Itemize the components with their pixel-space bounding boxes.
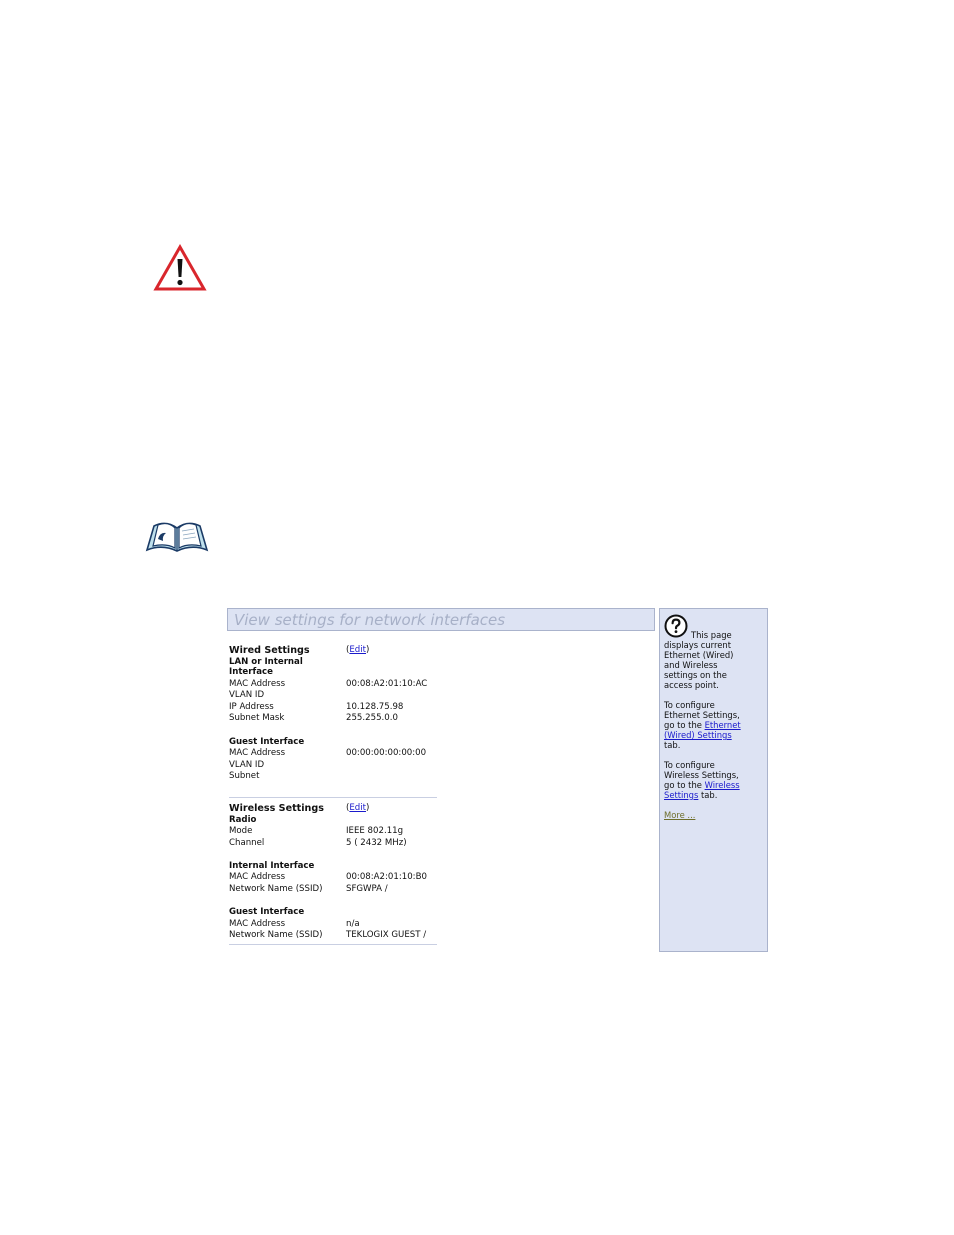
internal-mac-label: MAC Address xyxy=(229,872,286,882)
lan-interface-heading-line2: Interface xyxy=(229,667,273,677)
wired-guest-mac-value: 00:00:00:00:00:00 xyxy=(346,748,427,758)
note-book-icon xyxy=(145,522,209,552)
wireless-guest-ssid-label: Network Name (SSID) xyxy=(229,930,323,940)
help-panel: This page displays current Ethernet (Wir… xyxy=(659,608,768,952)
wired-guest-vlan-label: VLAN ID xyxy=(229,760,265,770)
mode-label: Mode xyxy=(229,826,253,836)
wireless-guest-mac-value: n/a xyxy=(346,919,360,929)
help-intro-line1: This page xyxy=(691,630,732,640)
help-eth-line2: Ethernet Settings, xyxy=(664,710,740,720)
internal-ssid-value: SFGWPA / xyxy=(346,884,388,894)
help-intro-line4: and Wireless xyxy=(664,660,718,670)
help-more-line: More ... xyxy=(664,810,695,820)
wireless-edit-link-wrapper: (Edit) xyxy=(346,803,370,813)
network-settings-panel: View settings for network interfaces Wir… xyxy=(227,608,657,952)
help-intro-line3: Ethernet (Wired) xyxy=(664,650,734,660)
wired-edit-link-wrapper: (Edit) xyxy=(346,645,370,655)
wireless-guest-heading: Guest Interface xyxy=(229,907,305,917)
help-wl-line2: Wireless Settings, xyxy=(664,770,739,780)
wired-settings-link[interactable]: (Wired) Settings xyxy=(664,730,732,740)
caution-icon xyxy=(153,244,207,291)
more-link[interactable]: More ... xyxy=(664,810,695,820)
wired-ip-value: 10.128.75.98 xyxy=(346,702,404,712)
internal-interface-heading: Internal Interface xyxy=(229,861,315,871)
help-intro-line5: settings on the xyxy=(664,670,727,680)
wired-mask-label: Subnet Mask xyxy=(229,713,285,723)
wireless-settings-link-2[interactable]: Settings xyxy=(664,790,698,800)
wired-mask-value: 255.255.0.0 xyxy=(346,713,398,723)
wired-edit-link[interactable]: Edit xyxy=(349,645,366,655)
help-wl-suffix: tab. xyxy=(698,790,718,800)
wired-mac-value: 00:08:A2:01:10:AC xyxy=(346,679,428,689)
help-wl-line1: To configure xyxy=(664,760,715,770)
wireless-guest-mac-label: MAC Address xyxy=(229,919,286,929)
help-eth-line5: tab. xyxy=(664,740,681,750)
help-eth-line1: To configure xyxy=(664,700,715,710)
help-eth-line4: (Wired) Settings xyxy=(664,730,732,740)
page-title: View settings for network interfaces xyxy=(227,608,655,631)
help-wl-line4: Settings tab. xyxy=(664,790,717,800)
wired-guest-mac-label: MAC Address xyxy=(229,748,286,758)
wireless-settings-link[interactable]: Wireless xyxy=(705,780,740,790)
wired-ip-label: IP Address xyxy=(229,702,274,712)
channel-value: 5 ( 2432 MHz) xyxy=(346,838,407,848)
wired-guest-heading: Guest Interface xyxy=(229,737,305,747)
wired-settings-heading: Wired Settings xyxy=(229,645,310,656)
mode-value: IEEE 802.11g xyxy=(346,826,404,836)
wired-vlan-label: VLAN ID xyxy=(229,690,265,700)
radio-heading: Radio xyxy=(229,815,257,825)
ethernet-settings-link[interactable]: Ethernet xyxy=(705,720,741,730)
internal-mac-value: 00:08:A2:01:10:B0 xyxy=(346,872,427,882)
channel-label: Channel xyxy=(229,838,265,848)
wireless-guest-ssid-value: TEKLOGIX GUEST / xyxy=(346,930,427,940)
wired-mac-label: MAC Address xyxy=(229,679,286,689)
help-eth-line3: go to the Ethernet xyxy=(664,720,741,730)
help-wl-line3: go to the Wireless xyxy=(664,780,740,790)
wireless-settings-heading: Wireless Settings xyxy=(229,803,324,814)
help-eth-prefix: go to the xyxy=(664,720,705,730)
question-mark-icon xyxy=(664,614,688,638)
internal-ssid-label: Network Name (SSID) xyxy=(229,884,323,894)
help-wl-prefix: go to the xyxy=(664,780,705,790)
help-intro-line6: access point. xyxy=(664,680,719,690)
section-divider xyxy=(229,797,437,798)
section-divider-bottom xyxy=(229,944,437,945)
help-intro-line2: displays current xyxy=(664,640,731,650)
wired-guest-subnet-label: Subnet xyxy=(229,771,260,781)
wireless-edit-link[interactable]: Edit xyxy=(349,803,366,813)
